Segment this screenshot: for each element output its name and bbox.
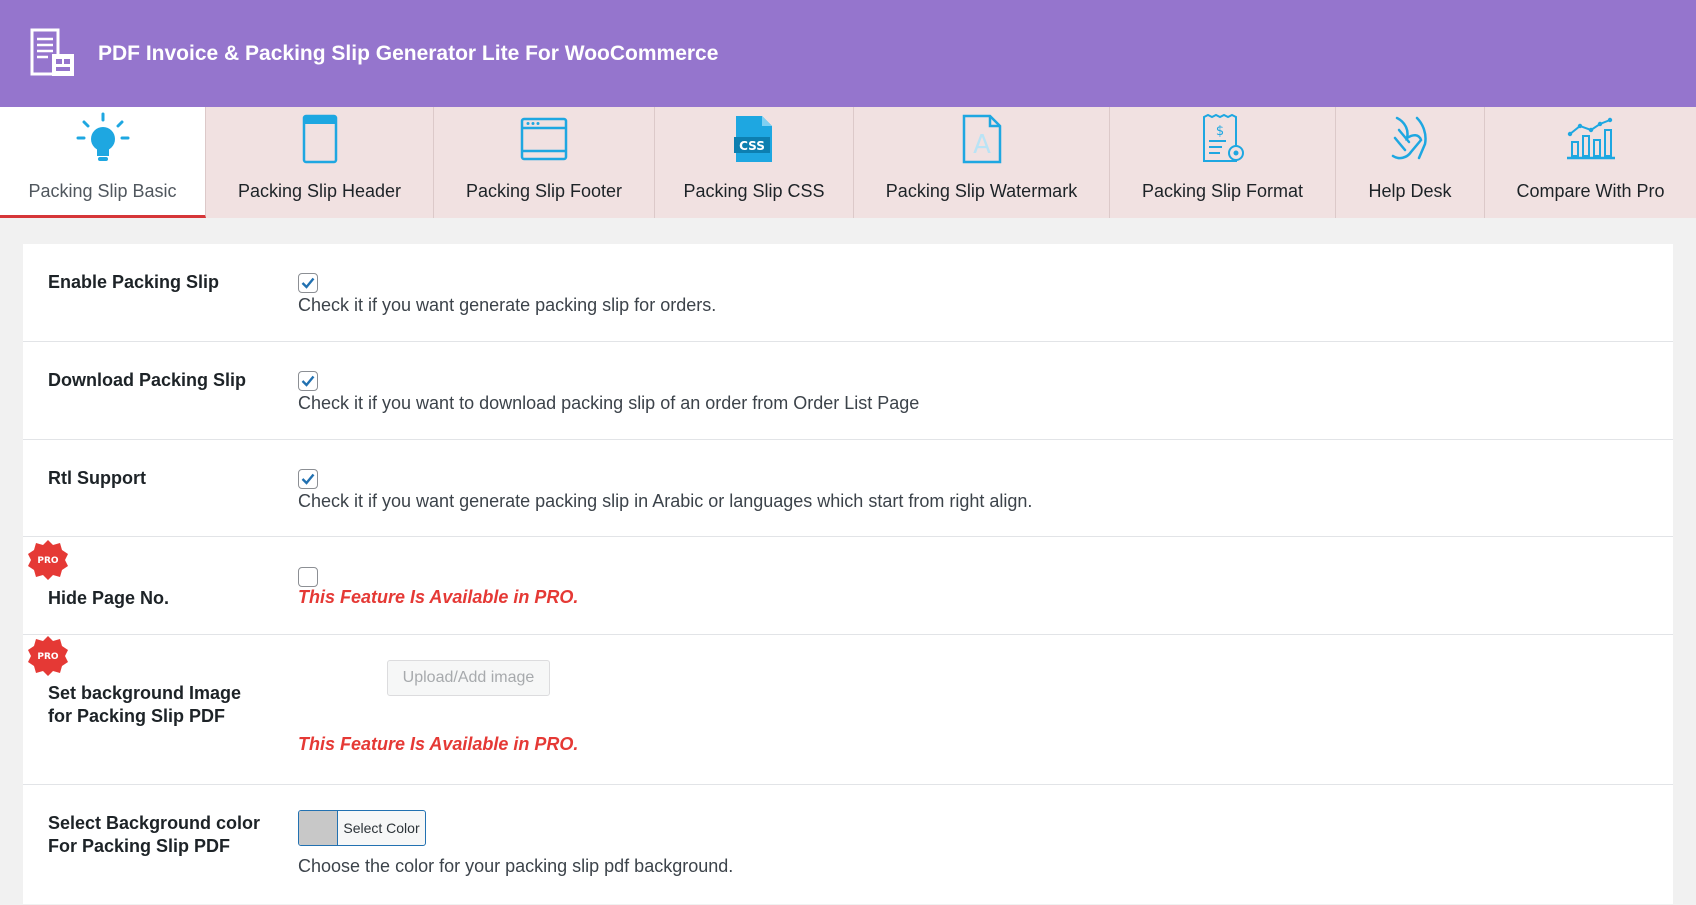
- select-color-label: Select Color: [343, 820, 420, 836]
- checkmark-icon: [301, 375, 315, 387]
- download-packing-slip-checkbox[interactable]: [298, 371, 318, 391]
- tab-label: Packing Slip Footer: [465, 181, 623, 201]
- settings-tabs: Packing Slip Basic Packing Slip Header P…: [0, 107, 1696, 218]
- invoice-logo-icon: [30, 28, 74, 76]
- setting-row-download-packing-slip: Download Packing Slip Check it if you wa…: [23, 342, 1673, 440]
- checkmark-icon: [301, 473, 315, 485]
- setting-label: Hide Page No.: [48, 588, 170, 608]
- tab-packing-slip-basic[interactable]: Packing Slip Basic: [0, 107, 206, 218]
- setting-label-line-2: for Packing Slip PDF: [48, 706, 226, 726]
- tab-label: Packing Slip Header: [237, 181, 402, 201]
- upload-image-button[interactable]: Upload/Add image: [387, 660, 550, 696]
- tab-packing-slip-header[interactable]: Packing Slip Header: [206, 107, 434, 218]
- pro-badge-text: PRO: [37, 652, 59, 662]
- svg-text:$: $: [1215, 124, 1223, 139]
- tab-help-desk[interactable]: Help Desk: [1336, 107, 1485, 218]
- select-color-button[interactable]: Select Color: [298, 810, 426, 846]
- app-header: PDF Invoice & Packing Slip Generator Lit…: [0, 0, 1696, 107]
- setting-description: Choose the color for your packing slip p…: [298, 856, 734, 876]
- setting-row-background-image: PRO Set background Image for Packing Sli…: [23, 635, 1673, 785]
- svg-text:CSS: CSS: [739, 139, 765, 153]
- color-swatch: [299, 811, 338, 845]
- tab-packing-slip-footer[interactable]: Packing Slip Footer: [434, 107, 655, 218]
- lightbulb-icon: [76, 112, 129, 161]
- pro-badge-text: PRO: [37, 556, 59, 566]
- hide-page-no-checkbox[interactable]: [298, 567, 318, 587]
- tab-packing-slip-format[interactable]: $ Packing Slip Format: [1110, 107, 1336, 218]
- tab-label: Compare With Pro: [1516, 181, 1665, 201]
- setting-label-line-1: Set background Image: [48, 683, 242, 703]
- setting-description: Check it if you want generate packing sl…: [298, 491, 1033, 511]
- tab-label: Packing Slip Watermark: [885, 181, 1078, 201]
- document-header-icon: [302, 114, 337, 164]
- tab-label: Packing Slip Format: [1141, 181, 1304, 201]
- pro-feature-message: This Feature Is Available in PRO.: [298, 587, 579, 607]
- setting-label-line-1: Select Background color: [48, 813, 261, 833]
- pro-badge-icon: PRO: [28, 636, 68, 676]
- svg-text:A: A: [973, 130, 991, 160]
- setting-label: Rtl Support: [48, 468, 146, 488]
- setting-label: Download Packing Slip: [48, 370, 247, 390]
- tab-label: Packing Slip CSS: [683, 181, 825, 201]
- setting-label-line-2: For Packing Slip PDF: [48, 836, 231, 856]
- helping-hand-icon: [1391, 116, 1427, 160]
- setting-row-background-color: Select Background color For Packing Slip…: [23, 785, 1673, 905]
- watermark-file-icon: A: [962, 114, 1001, 164]
- setting-row-rtl-support: Rtl Support Check it if you want generat…: [23, 440, 1673, 537]
- receipt-gear-icon: $: [1202, 113, 1244, 162]
- browser-window-icon: [520, 117, 568, 161]
- tab-packing-slip-watermark[interactable]: A Packing Slip Watermark: [854, 107, 1110, 218]
- rtl-support-checkbox[interactable]: [298, 469, 318, 489]
- setting-label: Enable Packing Slip: [48, 272, 220, 292]
- chart-compare-icon: [1566, 117, 1615, 160]
- settings-panel: Enable Packing Slip Check it if you want…: [23, 244, 1673, 904]
- tab-compare-with-pro[interactable]: Compare With Pro: [1485, 107, 1696, 218]
- tab-label: Help Desk: [1368, 181, 1452, 201]
- setting-description: Check it if you want generate packing sl…: [298, 295, 717, 315]
- setting-row-hide-page-no: PRO Hide Page No. This Feature Is Availa…: [23, 537, 1673, 635]
- pro-feature-message: This Feature Is Available in PRO.: [298, 734, 579, 754]
- tab-packing-slip-css[interactable]: CSS Packing Slip CSS: [655, 107, 854, 218]
- setting-row-enable-packing-slip: Enable Packing Slip Check it if you want…: [23, 244, 1673, 342]
- enable-packing-slip-checkbox[interactable]: [298, 273, 318, 293]
- pro-badge-icon: PRO: [28, 540, 68, 580]
- css-file-icon: CSS: [734, 116, 772, 162]
- setting-description: Check it if you want to download packing…: [298, 393, 920, 413]
- checkmark-icon: [301, 277, 315, 289]
- tab-label: Packing Slip Basic: [28, 181, 177, 201]
- app-title: PDF Invoice & Packing Slip Generator Lit…: [98, 41, 719, 65]
